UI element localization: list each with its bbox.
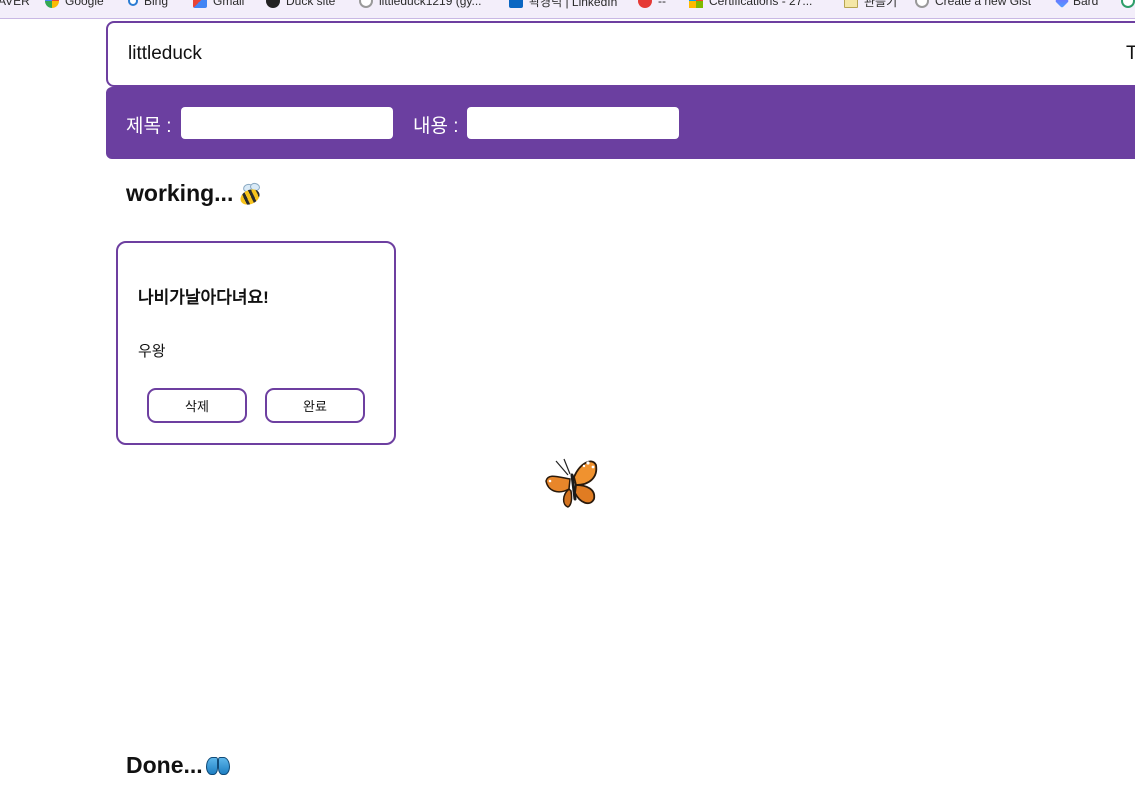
bookmark-label: Certifications - 27... bbox=[709, 0, 813, 8]
github-icon bbox=[359, 0, 373, 8]
title-label: 제목 : bbox=[126, 116, 172, 137]
bookmark-label: Bard bbox=[1073, 0, 1099, 8]
working-section-title: working... bbox=[126, 180, 263, 208]
bookmarks-bar: AVER Google Bing Gmail Duck site littled… bbox=[0, 0, 1135, 19]
linkedin-icon bbox=[509, 0, 523, 8]
bard-icon bbox=[1054, 0, 1070, 9]
bookmark-label: Create a new Gist bbox=[935, 0, 1032, 8]
github-icon bbox=[915, 0, 929, 8]
app-title: littleduck bbox=[128, 43, 202, 64]
bookmark-dash[interactable]: -- bbox=[638, 0, 666, 9]
bookmark-create-gist[interactable]: Create a new Gist bbox=[915, 0, 1031, 9]
red-circle-icon bbox=[638, 0, 652, 8]
done-title-text: Done... bbox=[126, 752, 203, 778]
todo-card-title: 나비가날아다녀요! bbox=[138, 288, 269, 307]
bee-icon bbox=[235, 181, 263, 208]
bookmark-label: AVER bbox=[0, 0, 30, 8]
bookmark-naver[interactable]: AVER bbox=[0, 0, 30, 9]
bookmark-bing[interactable]: Bing bbox=[128, 0, 168, 9]
bookmark-label: littleduck1219 (gy... bbox=[379, 0, 482, 8]
bookmark-label: Google bbox=[65, 0, 104, 8]
bookmark-extra[interactable] bbox=[1121, 0, 1135, 9]
working-title-text: working... bbox=[126, 180, 234, 206]
todo-input-bar: 제목 : 내용 : bbox=[106, 87, 1135, 159]
bookmark-label: Bing bbox=[144, 0, 169, 8]
butterfly-icon bbox=[205, 755, 231, 777]
bookmark-label: Duck site bbox=[286, 0, 336, 8]
chatgpt-icon bbox=[1121, 0, 1135, 8]
bookmark-label: -- bbox=[658, 0, 666, 8]
todo-card-body: 우왕 bbox=[138, 343, 166, 360]
google-icon bbox=[45, 0, 59, 8]
bing-icon bbox=[128, 0, 138, 6]
bookmark-document[interactable]: 관들기 bbox=[844, 0, 897, 9]
content-label: 내용 : bbox=[413, 116, 459, 137]
content-input[interactable] bbox=[467, 107, 679, 139]
todo-card: 나비가날아다녀요! 우왕 삭제 완료 bbox=[116, 241, 396, 445]
bookmark-label: 곽경덕 | LinkedIn bbox=[529, 0, 618, 9]
duck-icon bbox=[266, 0, 280, 8]
header-right-text: T bbox=[1126, 43, 1135, 64]
bookmark-github-profile[interactable]: littleduck1219 (gy... bbox=[359, 0, 482, 9]
bookmark-label: 관들기 bbox=[864, 0, 898, 9]
gmail-icon bbox=[193, 0, 207, 8]
bookmark-certifications[interactable]: Certifications - 27... bbox=[689, 0, 812, 9]
butterfly-icon bbox=[545, 458, 598, 508]
complete-button[interactable]: 완료 bbox=[265, 388, 365, 423]
done-section-title: Done... bbox=[126, 752, 231, 779]
bookmark-duck-site[interactable]: Duck site bbox=[266, 0, 335, 9]
bookmark-bard[interactable]: Bard bbox=[1054, 0, 1099, 9]
app-header: littleduck T bbox=[106, 21, 1135, 87]
microsoft-icon bbox=[689, 0, 703, 8]
bookmark-label: Gmail bbox=[213, 0, 245, 8]
bookmark-linkedin[interactable]: 곽경덕 | LinkedIn bbox=[509, 0, 617, 9]
delete-button[interactable]: 삭제 bbox=[147, 388, 247, 423]
bookmark-gmail[interactable]: Gmail bbox=[193, 0, 244, 9]
title-input[interactable] bbox=[181, 107, 393, 139]
document-icon bbox=[844, 0, 858, 8]
bookmark-google[interactable]: Google bbox=[45, 0, 104, 9]
